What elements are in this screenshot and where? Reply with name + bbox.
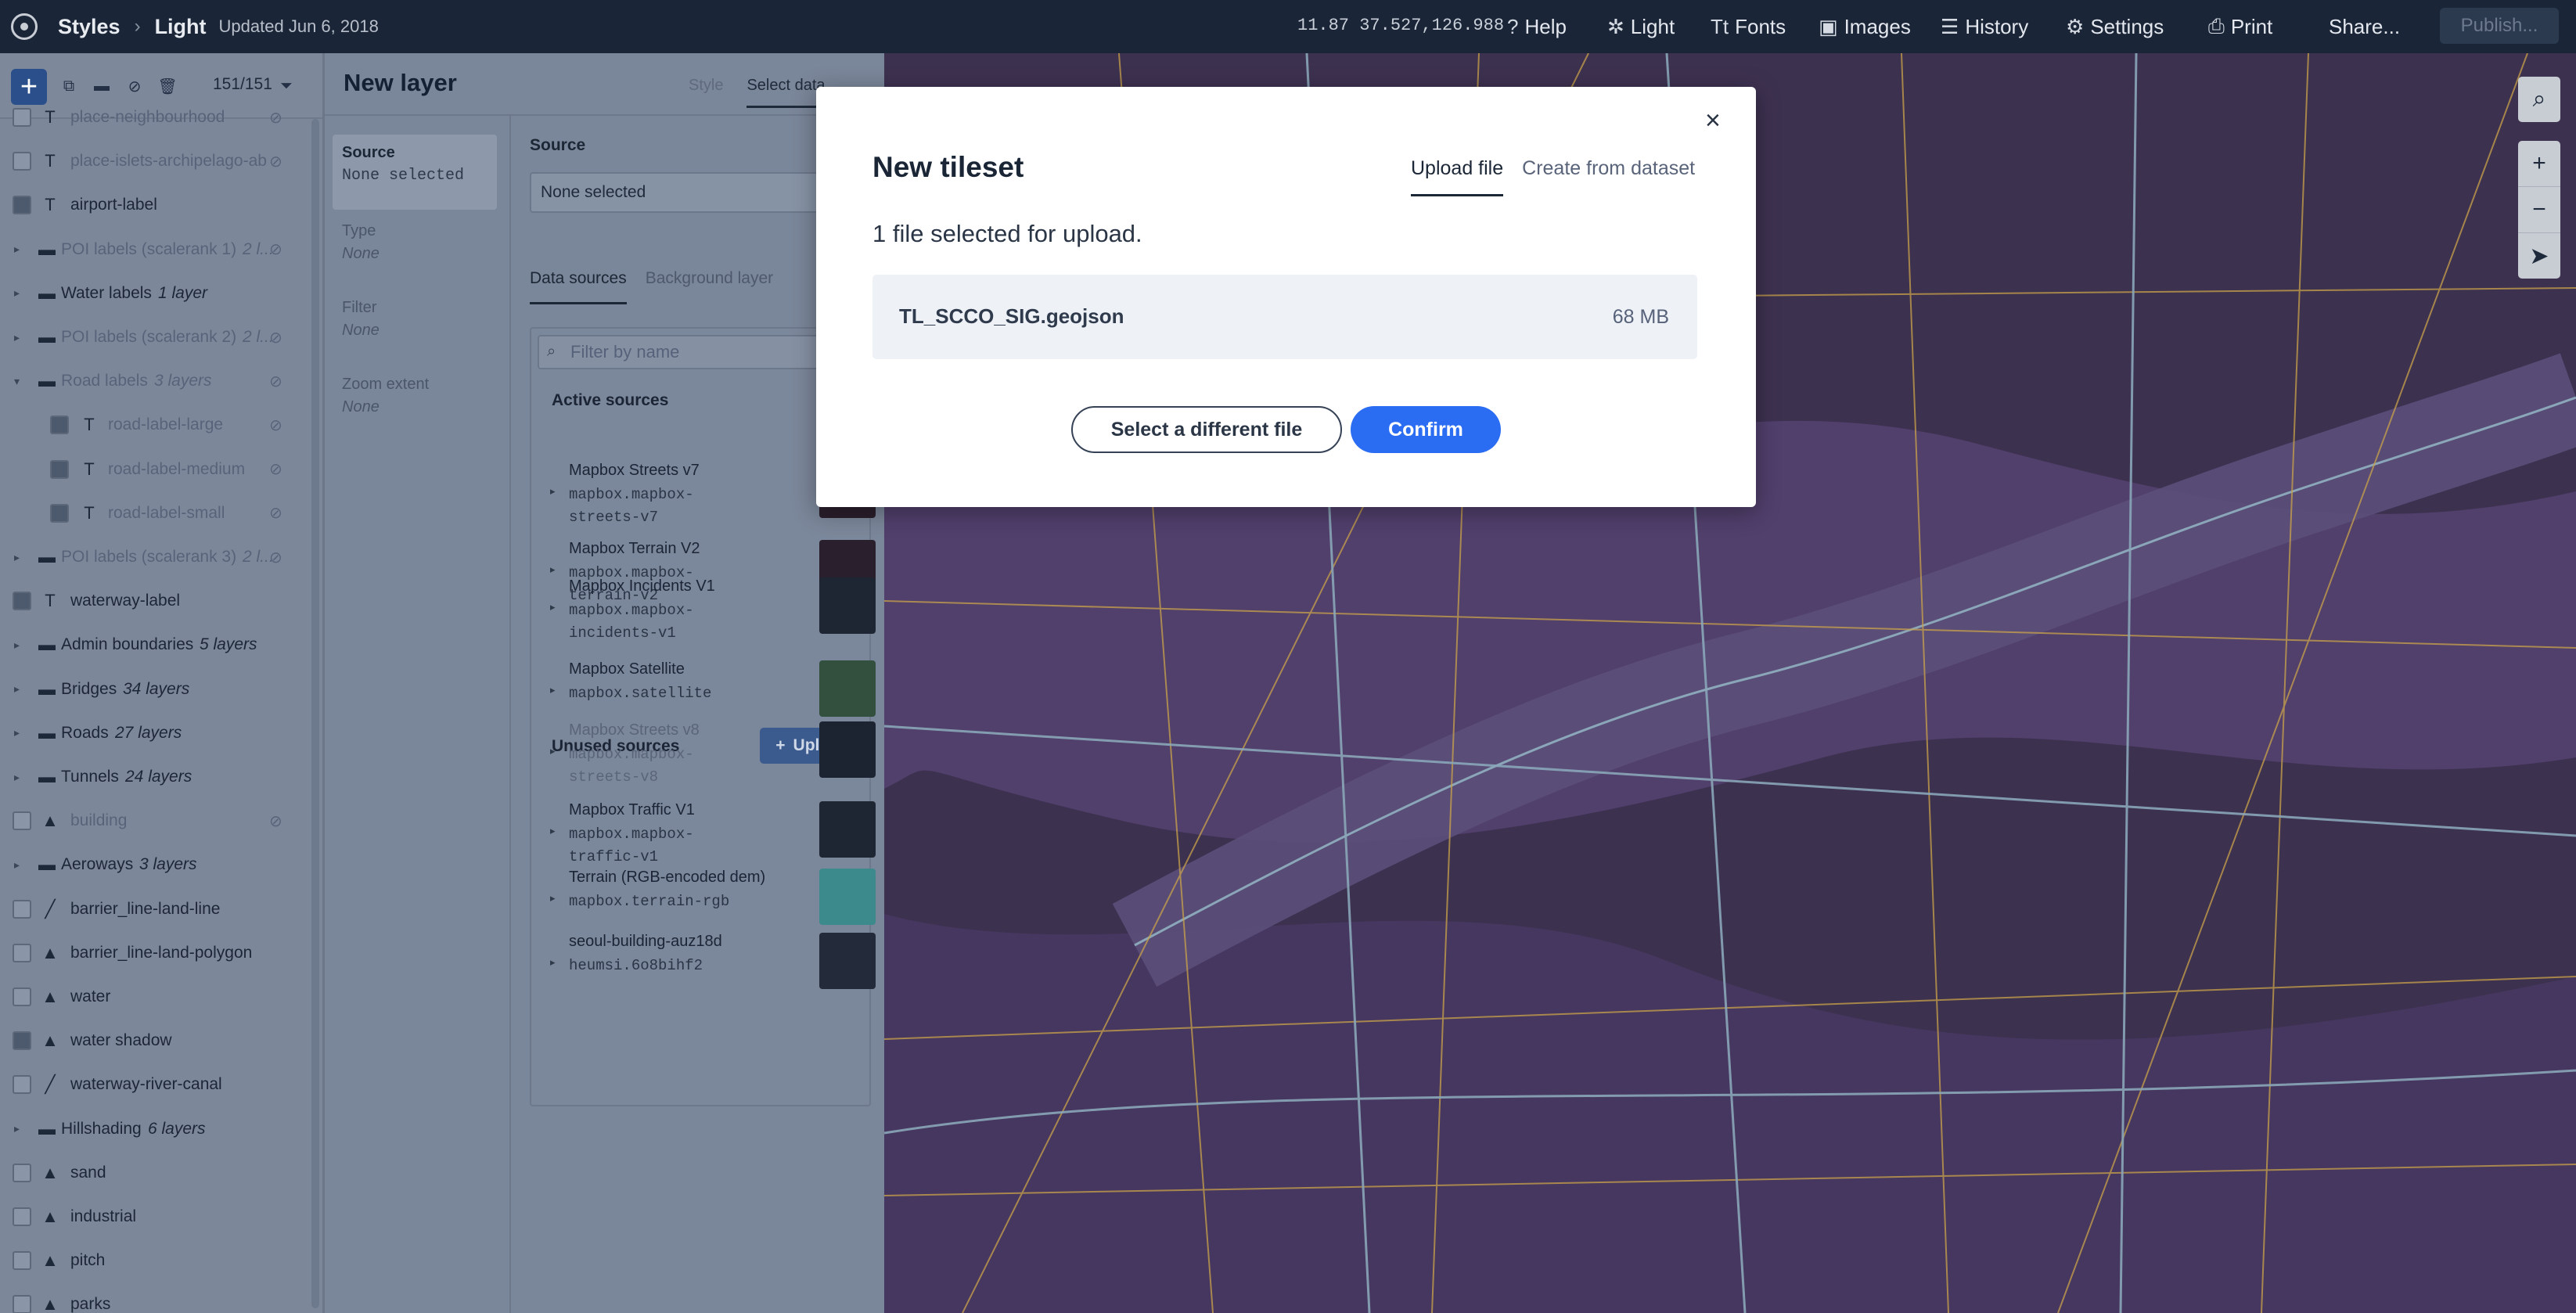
map-nav-control: + − ➤	[2518, 141, 2560, 279]
light-icon: ✲	[1607, 14, 1624, 38]
settings-button[interactable]: ⚙ Settings	[2066, 0, 2164, 53]
fonts-button[interactable]: Tt Fonts	[1711, 0, 1786, 53]
images-button[interactable]: ▣ Images	[1819, 0, 1911, 53]
share-label: Share...	[2329, 14, 2401, 38]
chevron-right-icon: ›	[134, 16, 141, 37]
select-different-file-button[interactable]: Select a different file	[1071, 406, 1342, 453]
file-name: TL_SCCO_SIG.geojson	[899, 304, 1124, 328]
top-bar: Styles › Light Updated Jun 6, 2018 11.87…	[0, 0, 2576, 53]
tab-create-from-dataset[interactable]: Create from dataset	[1522, 157, 1695, 196]
map-coordinates: 11.87 37.527,126.988	[1297, 16, 1505, 35]
history-label: History	[1965, 14, 2029, 38]
share-button[interactable]: Share...	[2329, 0, 2400, 53]
breadcrumb-styles[interactable]: Styles	[58, 15, 121, 39]
compass-icon[interactable]: ➤	[2518, 233, 2560, 279]
print-icon: ⎙	[2208, 14, 2225, 38]
confirm-button[interactable]: Confirm	[1351, 406, 1501, 453]
publish-button[interactable]: Publish...	[2440, 8, 2559, 44]
light-button[interactable]: ✲ Light	[1607, 0, 1675, 53]
modal-tabs: Upload file Create from dataset	[1411, 157, 1695, 196]
modal-backdrop	[0, 53, 884, 1313]
help-label: Help	[1524, 14, 1567, 38]
settings-icon: ⚙	[2066, 14, 2085, 38]
close-icon[interactable]: ×	[1705, 106, 1721, 136]
tab-upload-file[interactable]: Upload file	[1411, 157, 1504, 196]
history-button[interactable]: ☰ History	[1941, 0, 2028, 53]
images-label: Images	[1844, 14, 1911, 38]
updated-timestamp: Updated Jun 6, 2018	[218, 16, 379, 36]
new-tileset-modal: × New tileset Upload file Create from da…	[816, 87, 1756, 507]
settings-label: Settings	[2090, 14, 2164, 38]
history-icon: ☰	[1941, 14, 1959, 38]
fonts-label: Fonts	[1735, 14, 1786, 38]
help-icon: ?	[1507, 14, 1519, 38]
fonts-icon: Tt	[1711, 14, 1729, 38]
upload-message: 1 file selected for upload.	[872, 220, 1142, 247]
images-icon: ▣	[1819, 14, 1838, 38]
map-search-control[interactable]: ⌕	[2518, 77, 2560, 122]
print-button[interactable]: ⎙ Print	[2208, 0, 2272, 53]
zoom-out-icon[interactable]: −	[2518, 187, 2560, 233]
zoom-in-icon[interactable]: +	[2518, 141, 2560, 187]
breadcrumb-style-name[interactable]: Light	[155, 15, 207, 39]
modal-title: New tileset	[872, 151, 1024, 183]
file-size: 68 MB	[1612, 306, 1669, 328]
light-label: Light	[1630, 14, 1675, 38]
selected-file: TL_SCCO_SIG.geojson 68 MB	[872, 275, 1697, 359]
print-label: Print	[2230, 14, 2273, 38]
mapbox-logo-icon[interactable]	[11, 13, 38, 40]
help-button[interactable]: ? Help	[1507, 0, 1567, 53]
search-icon[interactable]: ⌕	[2518, 77, 2560, 122]
